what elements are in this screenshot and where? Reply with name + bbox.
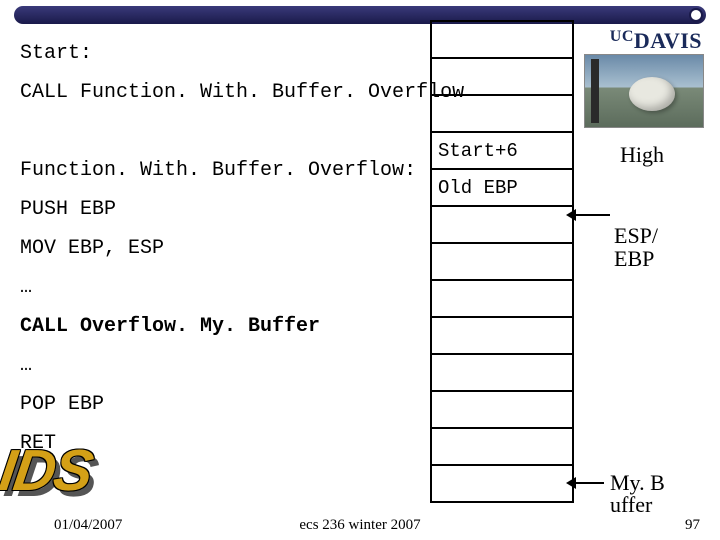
stack-diagram: Start+6 Old EBP [430, 20, 574, 503]
logo-uc: UC [610, 28, 634, 45]
code-line-blank1 [20, 112, 420, 151]
code-line-dots1: … [20, 268, 420, 307]
decorative-photo [584, 54, 704, 128]
logo-davis: DAVIS [634, 28, 702, 53]
footer-page-number: 97 [685, 517, 700, 534]
top-bar-end-circle [689, 8, 703, 22]
top-decorative-bar [14, 6, 706, 24]
stack-cell [432, 318, 572, 355]
stack-cell [432, 429, 572, 466]
code-line-start: Start: [20, 34, 420, 73]
ids-wordart: IDS [0, 442, 95, 500]
annot-high: High [620, 142, 664, 168]
ucdavis-logo: UCDAVIS [610, 28, 702, 54]
arrow-esp-ebp-head [566, 209, 576, 221]
code-line-call1: CALL Function. With. Buffer. Overflow [20, 73, 420, 112]
stack-cell [432, 392, 572, 429]
code-line-push: PUSH EBP [20, 190, 420, 229]
stack-cell [432, 22, 572, 59]
stack-cell [432, 59, 572, 96]
stack-cell [432, 96, 572, 133]
arrow-esp-ebp-shaft [572, 214, 610, 216]
code-line-call2: CALL Overflow. My. Buffer [20, 307, 420, 346]
assembly-listing: Start: CALL Function. With. Buffer. Over… [20, 34, 420, 463]
arrow-mybuffer-head [566, 477, 576, 489]
arrow-mybuffer-shaft [572, 482, 604, 484]
footer-title: ecs 236 winter 2007 [0, 517, 720, 534]
annot-esp-ebp: ESP/ EBP [614, 224, 658, 270]
stack-cell [432, 466, 572, 503]
stack-cell [432, 355, 572, 392]
stack-cell-return-addr: Start+6 [432, 133, 572, 170]
code-line-funclabel: Function. With. Buffer. Overflow: [20, 151, 420, 190]
annot-mybuffer: My. B uffer [610, 472, 665, 516]
photo-detail-post [591, 59, 599, 123]
photo-detail-egg [629, 77, 675, 111]
code-line-mov: MOV EBP, ESP [20, 229, 420, 268]
stack-cell [432, 281, 572, 318]
code-line-pop: POP EBP [20, 385, 420, 424]
stack-cell-old-ebp: Old EBP [432, 170, 572, 207]
code-line-dots2: … [20, 346, 420, 385]
stack-cell [432, 244, 572, 281]
stack-cell [432, 207, 572, 244]
